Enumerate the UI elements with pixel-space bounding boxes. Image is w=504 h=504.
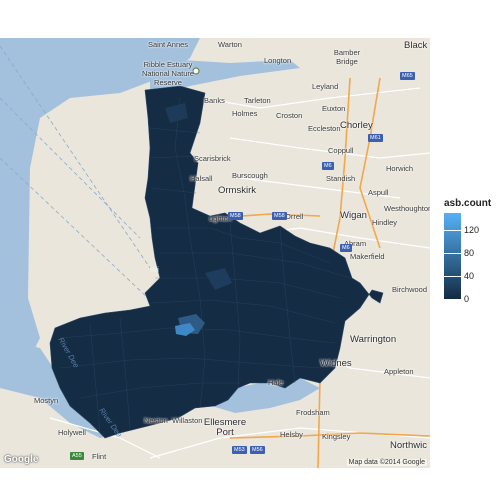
road-shield: M58 xyxy=(228,212,243,220)
place-label: Hale xyxy=(268,378,284,387)
place-label: Makerfield xyxy=(350,252,385,261)
legend-tick xyxy=(444,276,461,278)
place-label: Holywell xyxy=(58,428,86,437)
place-label: Widnes xyxy=(320,358,352,369)
map-panel[interactable]: Saint Annes Warton Bamber Bridge Black Ribbl… xyxy=(0,38,430,468)
road-shield: M6 xyxy=(340,244,352,252)
place-label: Flint xyxy=(92,452,107,461)
place-label: Warrington xyxy=(350,334,397,345)
place-label: Eccleston xyxy=(308,124,341,133)
place-label: Halsall xyxy=(190,174,213,183)
place-label: Bamber Bridge xyxy=(333,48,361,66)
road-shield: M58 xyxy=(272,212,287,220)
legend-tick xyxy=(444,253,461,255)
place-label: Kingsley xyxy=(322,432,351,441)
road-shield: M65 xyxy=(400,72,415,80)
legend-tick xyxy=(444,230,461,232)
legend-colorbar xyxy=(444,213,461,299)
road-shield: M61 xyxy=(368,134,383,142)
place-label: Longton xyxy=(264,56,292,65)
place-label: Northwic xyxy=(390,440,427,451)
road-shield: M53 xyxy=(232,446,247,454)
place-label: Frodsham xyxy=(296,408,330,417)
google-logo: Google xyxy=(4,454,39,465)
place-label: Burscough xyxy=(232,171,268,180)
legend-tick-label: 40 xyxy=(464,271,475,282)
road-shield: M6 xyxy=(322,162,334,170)
place-label: Tarleton xyxy=(244,96,271,105)
place-label: Birchwood xyxy=(392,285,428,294)
place-label: Warton xyxy=(218,40,242,49)
place-label: Black xyxy=(404,40,428,51)
map-credit[interactable]: Map data ©2014 Google xyxy=(346,459,427,466)
place-label: Standish xyxy=(326,174,356,183)
place-label: Ellesmere Port xyxy=(203,417,247,438)
place-label: Ormskirk xyxy=(218,185,256,196)
place-label: Holmes xyxy=(232,109,258,118)
place-label: Croston xyxy=(276,111,303,120)
legend: asb.count 120 80 40 0 xyxy=(444,198,504,318)
place-label: Wigan xyxy=(340,210,367,221)
place-label: Wi xyxy=(150,265,159,274)
place-label: Chorley xyxy=(340,120,373,131)
place-label: Scarisbrick xyxy=(194,154,231,163)
road-shield: M56 xyxy=(250,446,265,454)
place-label: Helsby xyxy=(280,430,303,439)
road-shield: A55 xyxy=(70,452,84,460)
place-label: Banks xyxy=(204,96,225,105)
place-label: Neston xyxy=(144,416,168,425)
place-label: Willaston xyxy=(172,416,203,425)
place-label: Saint Annes xyxy=(148,40,189,49)
place-label: Horwich xyxy=(386,164,414,173)
place-label: Euxton xyxy=(322,104,346,113)
legend-tick-label: 120 xyxy=(464,225,480,236)
place-label: Coppull xyxy=(328,146,354,155)
place-label: Hindley xyxy=(372,218,398,227)
legend-tick xyxy=(444,299,461,300)
place-label: Westhoughton xyxy=(384,204,430,213)
place-label: Aspull xyxy=(368,188,389,197)
legend-tick-label: 80 xyxy=(464,248,475,259)
place-label: Orrell xyxy=(285,212,304,221)
legend-title: asb.count xyxy=(444,198,492,209)
place-label: Appleton xyxy=(384,367,414,376)
place-label: Mostyn xyxy=(34,396,59,405)
place-label: Leyland xyxy=(312,82,339,91)
legend-tick-label: 0 xyxy=(464,294,470,304)
place-label: Ribble Estuary National Nature Reserve xyxy=(141,60,195,87)
